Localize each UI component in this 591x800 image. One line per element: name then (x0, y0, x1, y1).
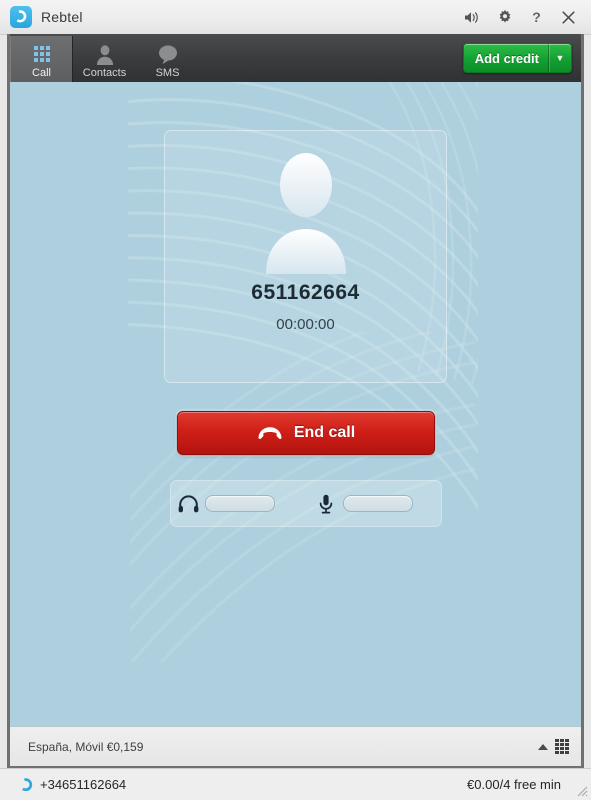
status-line-number: +34651162664 (20, 777, 126, 792)
mic-volume-group (309, 494, 413, 514)
dialpad-icon (33, 43, 50, 65)
status-bar: +34651162664 €0.00/4 free min (0, 768, 591, 800)
callee-card: 651162664 00:00:00 (164, 130, 447, 383)
speech-bubble-icon (157, 43, 179, 65)
app-logo-icon (10, 6, 32, 28)
rebtel-app-window: Rebtel ? Call Contacts SMS Add credit ▼ … (0, 0, 591, 800)
tab-call-label: Call (32, 67, 51, 79)
dialpad-icon-glyph (33, 46, 50, 62)
end-call-button[interactable]: End call (177, 411, 435, 455)
speaker-volume-slider[interactable] (205, 495, 275, 512)
phone-handset-icon (16, 10, 27, 23)
close-icon-glyph (562, 10, 575, 24)
status-number-label: +34651162664 (40, 777, 127, 792)
add-credit-label: Add credit (474, 50, 539, 66)
close-icon[interactable] (560, 9, 577, 26)
tab-call[interactable]: Call (10, 36, 73, 82)
volume-icon-glyph (465, 11, 478, 23)
person-icon-glyph (96, 44, 113, 65)
volume-panel (170, 480, 442, 527)
tab-sms-label: SMS (155, 67, 180, 79)
headphones-icon (171, 494, 205, 513)
help-icon[interactable]: ? (528, 9, 545, 26)
window-title: Rebtel (41, 9, 83, 25)
callee-number: 651162664 (251, 281, 360, 304)
status-credit-label: €0.00/4 free min (467, 777, 561, 792)
speech-bubble-icon-glyph (158, 44, 177, 64)
settings-gear-icon[interactable] (496, 9, 513, 26)
volume-icon[interactable] (464, 9, 481, 26)
rate-bar-actions (538, 739, 569, 754)
tab-sms[interactable]: SMS (136, 36, 199, 82)
gear-icon-glyph (499, 9, 510, 23)
window-controls: ? (464, 9, 591, 26)
headphones-icon-glyph (178, 494, 198, 512)
add-credit-button[interactable]: Add credit ▼ (462, 43, 572, 73)
person-icon (95, 43, 115, 65)
microphone-icon-glyph (319, 494, 333, 513)
person-placeholder-icon (265, 153, 346, 274)
speaker-volume-group (171, 494, 275, 513)
call-timer: 00:00:00 (276, 316, 335, 333)
title-bar: Rebtel ? (0, 0, 591, 35)
end-call-label: End call (293, 424, 356, 441)
rate-bar: España, Móvil €0,159 (10, 726, 581, 766)
phone-handset-icon (22, 778, 33, 791)
mic-volume-slider[interactable] (343, 495, 413, 512)
hangup-handset-icon (258, 427, 282, 440)
chevron-down-icon[interactable]: ▼ (549, 44, 571, 72)
tab-contacts-label: Contacts (82, 67, 127, 79)
tab-contacts[interactable]: Contacts (73, 36, 136, 82)
resize-grip-icon[interactable] (574, 783, 588, 797)
dialpad-toggle-icon[interactable] (555, 739, 569, 754)
microphone-icon (309, 494, 343, 514)
call-canvas: 651162664 00:00:00 End call (10, 82, 581, 729)
app-frame: Call Contacts SMS Add credit ▼ 651162664… (7, 34, 584, 769)
call-rate-text: España, Móvil €0,159 (28, 739, 144, 754)
main-toolbar: Call Contacts SMS Add credit ▼ (10, 34, 581, 82)
collapse-up-icon[interactable] (538, 743, 548, 750)
